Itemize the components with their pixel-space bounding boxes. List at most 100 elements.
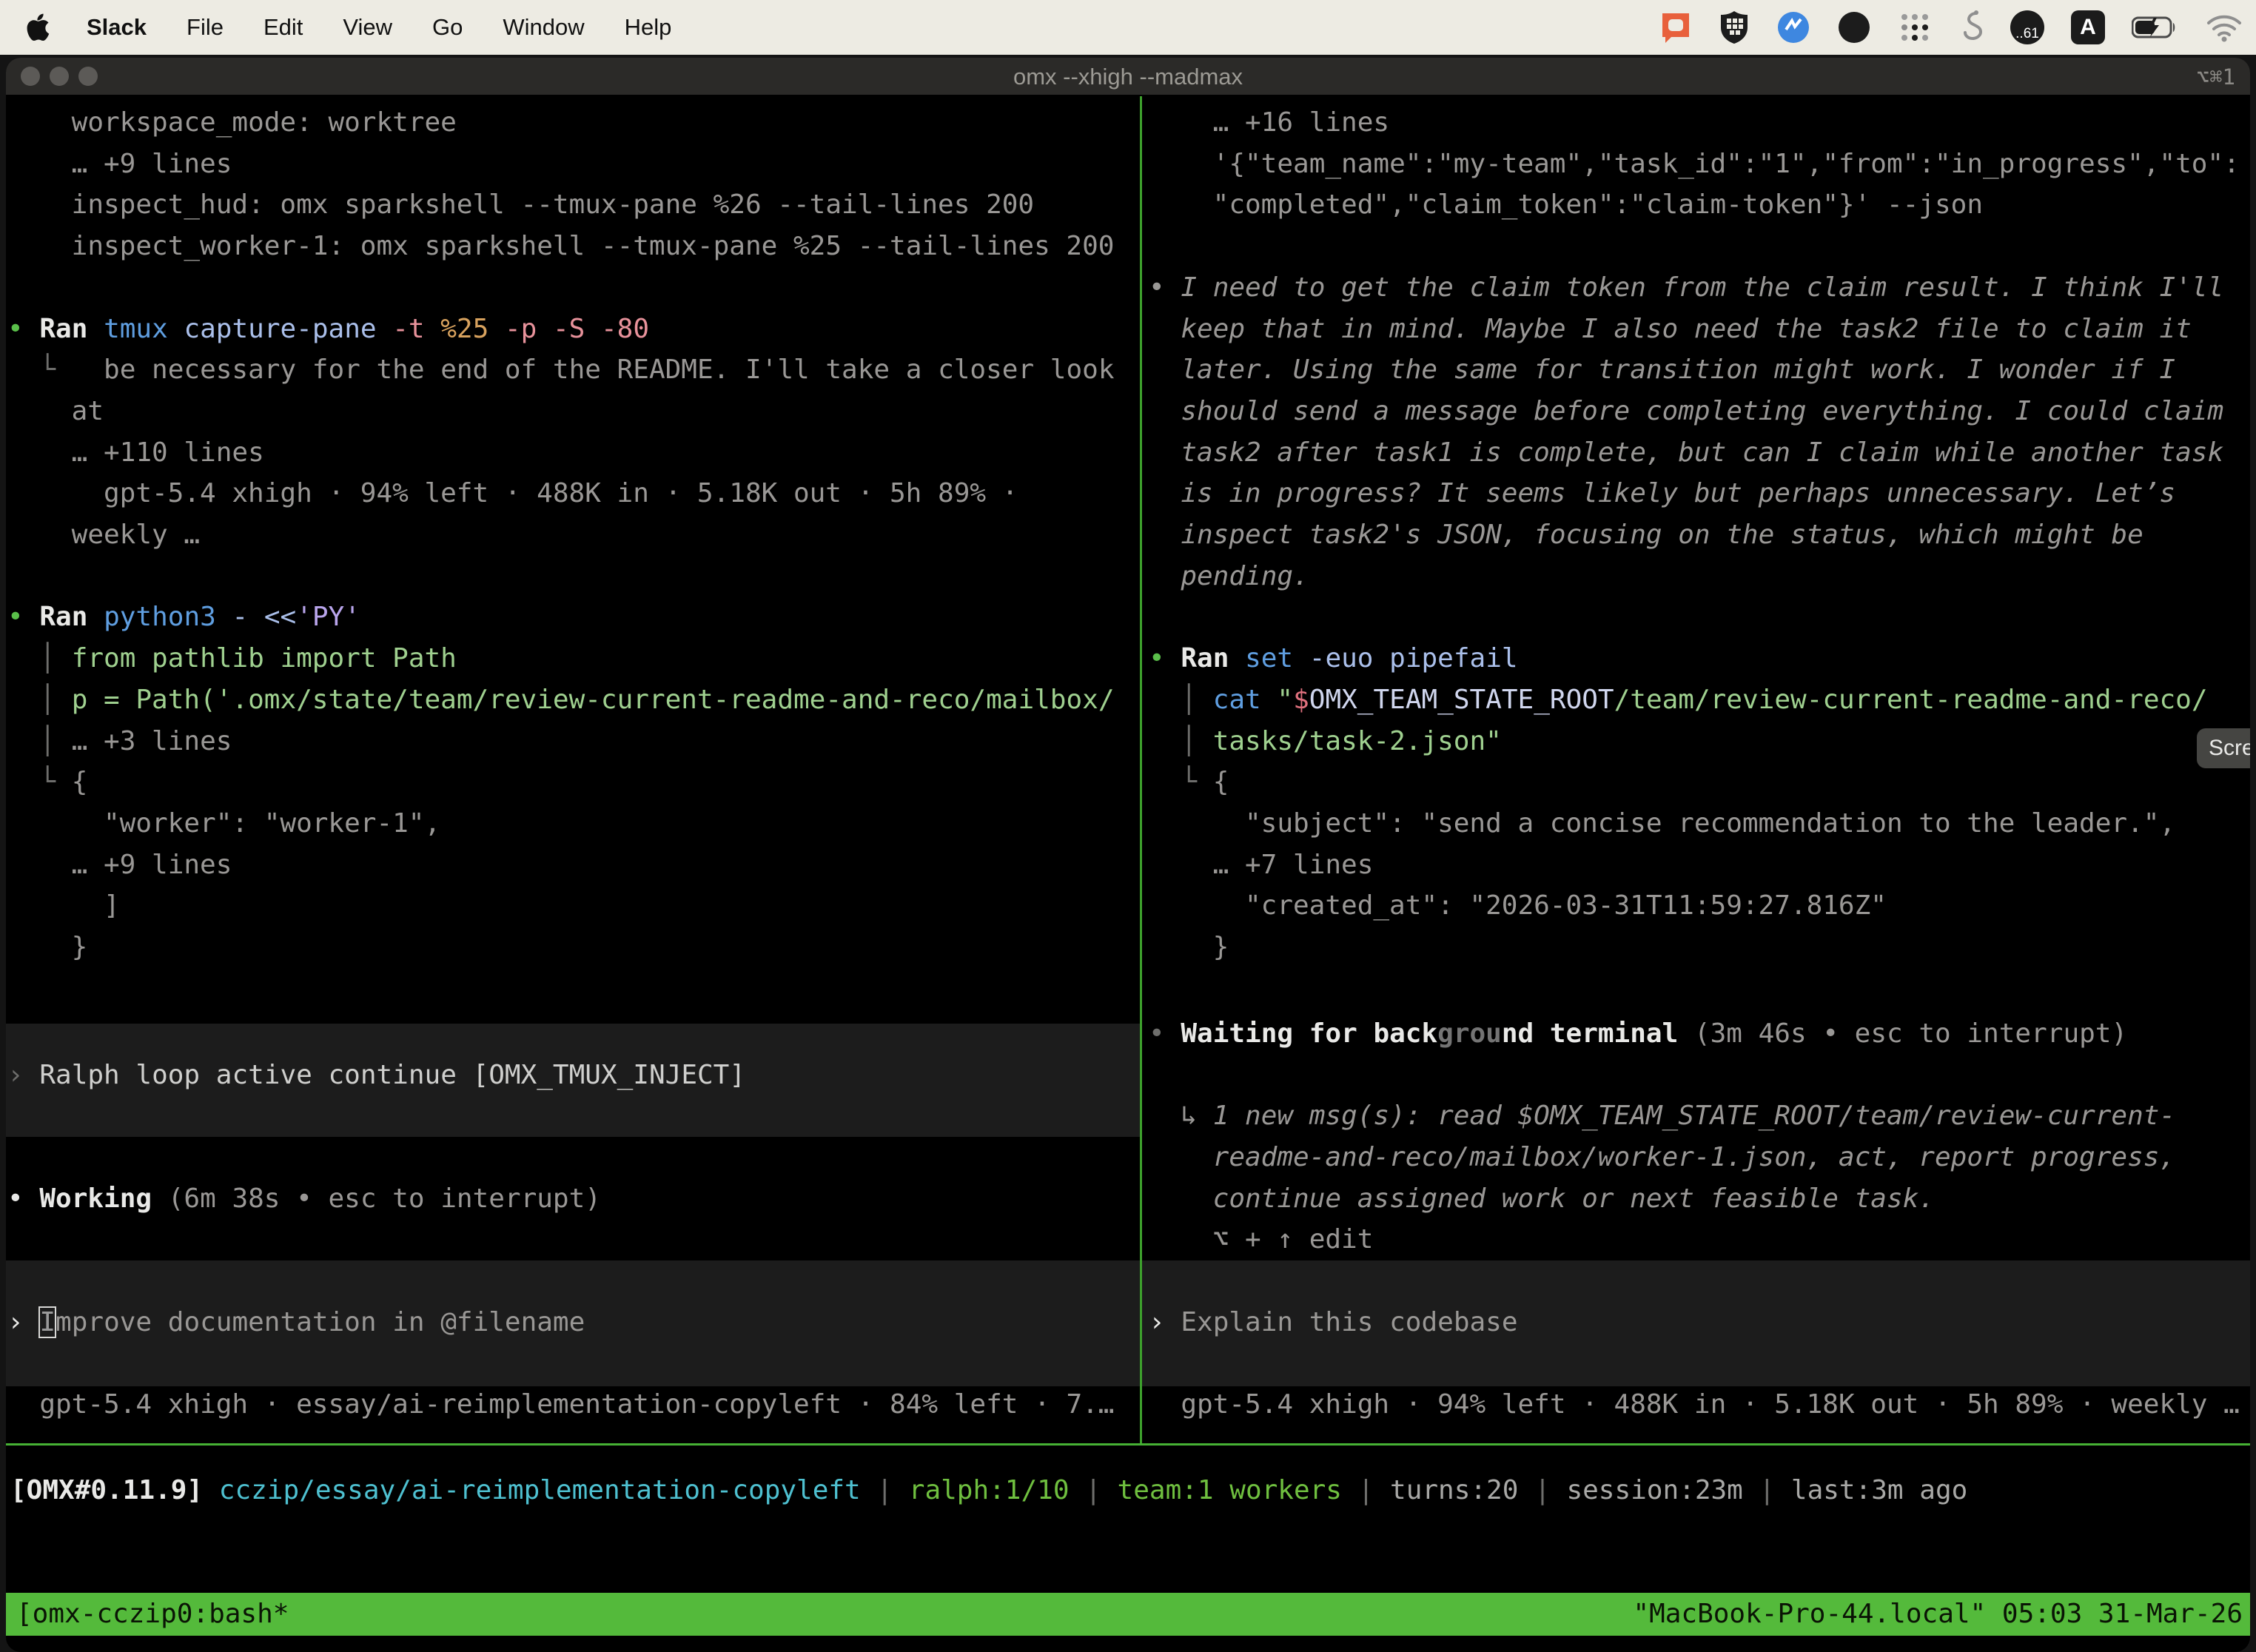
terminal-line: └ { (1181, 762, 1229, 803)
apple-menu-icon[interactable] (27, 10, 56, 44)
terminal-text-segment: Waiting for back (1181, 1018, 1437, 1049)
terminal-line: inspect_worker-1: omx sparkshell --tmux-… (72, 226, 1115, 267)
terminal-line: ] (104, 885, 120, 927)
wifi-icon[interactable] (2206, 13, 2243, 42)
keyboard-a-icon[interactable]: A (2071, 10, 2105, 44)
terminal-text-segment: -p -S -80 (489, 314, 649, 344)
menu-item-slack[interactable]: Slack (67, 14, 167, 40)
terminal-text-segment: • (7, 602, 39, 632)
terminal-line: ↳ 1 new msg(s): read $OMX_TEAM_STATE_ROO… (1181, 1095, 2175, 1137)
tmux-pane-right[interactable]: … +16 lines'{"team_name":"my-team","task… (1142, 96, 2250, 1443)
menu-item-window[interactable]: Window (483, 14, 604, 40)
dots-grid-icon[interactable] (1898, 10, 1932, 44)
terminal-text-segment: workspace_mode: worktree (72, 107, 457, 138)
menu-item-go[interactable]: Go (412, 14, 483, 40)
terminal-line: │ tasks/task-2.json" (1181, 721, 1502, 762)
terminal-line: • Ran tmux capture-pane -t %25 -p -S -80 (7, 309, 649, 350)
tmux-status-bar: [omx-cczip0:bash* "MacBook-Pro-44.local"… (6, 1593, 2250, 1636)
terminal-text-segment (203, 1475, 219, 1505)
terminal-line: … +7 lines (1213, 845, 1374, 886)
terminal-text-segment: $ (1293, 685, 1309, 715)
terminal-line: workspace_mode: worktree (72, 102, 457, 144)
pane-divider-vertical[interactable] (1140, 96, 1142, 1443)
terminal-text-segment: be necessary for the end of the README. … (56, 355, 1114, 385)
terminal-text-segment (1261, 685, 1278, 715)
terminal-text-segment: │ (1181, 726, 1212, 756)
terminal-text-segment: grou (1437, 1018, 1502, 1049)
grid-shield-icon[interactable] (1719, 10, 1750, 45)
terminal-text-segment: inspect_hud: omx sparkshell --tmux-pane … (72, 189, 1034, 220)
terminal-text-segment: " (1277, 685, 1293, 715)
terminal-line: inspect_hud: omx sparkshell --tmux-pane … (72, 184, 1034, 226)
terminal-text-segment: │ (39, 726, 71, 756)
terminal-line: gpt-5.4 xhigh · essay/ai-reimplementatio… (39, 1384, 1114, 1426)
terminal-text-segment: { (1213, 767, 1229, 797)
terminal-text-segment: OMX_TEAM_STATE_ROOT (1309, 685, 1614, 715)
terminal-text-segment: I need to get the claim token from the c… (1181, 272, 2223, 303)
terminal-text-segment: │ (39, 643, 71, 674)
menu-item-view[interactable]: View (323, 14, 412, 40)
screen-notification-overlay[interactable]: Scre (2197, 728, 2250, 768)
terminal-line: › Improve documentation in @filename (7, 1302, 585, 1343)
terminal-line: task2 after task1 is complete, but can I… (1181, 432, 2223, 474)
terminal-text-segment: weekly … (72, 520, 200, 550)
terminal-text-segment: › (7, 1060, 39, 1090)
terminal-text-segment: gpt-5.4 xhigh · 94% left · 488K in · 5.1… (104, 478, 1018, 508)
terminal-line: › Ralph loop active continue [OMX_TMUX_I… (7, 1055, 745, 1096)
tmux-host-clock: "MacBook-Pro-44.local" 05:03 31-Mar-26 (1633, 1593, 2243, 1636)
terminal-line: at (72, 391, 104, 432)
terminal-line: └ { (39, 762, 87, 803)
terminal-text-segment: mprove documentation in @filename (56, 1307, 585, 1337)
menu-item-file[interactable]: File (167, 14, 244, 40)
terminal-text-segment: inspect task2's JSON, focusing on the st… (1181, 520, 2143, 550)
pane-divider-horizontal[interactable] (6, 1443, 2250, 1446)
terminal-text-segment: Ran (1181, 643, 1229, 674)
terminal-text-segment: … +3 lines (72, 726, 232, 756)
terminal-text-segment: continue assigned work or next feasible … (1213, 1183, 1935, 1214)
terminal-text-segment: gpt-5.4 xhigh · 94% left · 488K in · 5.1… (1181, 1389, 2239, 1420)
terminal-line: │ cat "$OMX_TEAM_STATE_ROOT/team/review-… (1181, 679, 2207, 721)
terminal-text-segment: task2 after task1 is complete, but can I… (1181, 437, 2223, 468)
link-squiggle-icon[interactable] (1958, 9, 1984, 46)
terminal-text-segment: cat (1213, 685, 1261, 715)
terminal-line: │ from pathlib import Path (39, 638, 457, 679)
terminal-line: } (1213, 927, 1229, 968)
terminal-line: • Ran python3 - <<'PY' (7, 597, 360, 638)
terminal-line: └ be necessary for the end of the README… (39, 349, 1114, 391)
terminal-text-segment: • (7, 1183, 39, 1214)
terminal-text-segment: } (72, 932, 88, 962)
tmux-pane-left[interactable]: workspace_mode: worktree … +9 lines inspec… (6, 96, 1140, 1443)
terminal-text-segment (87, 602, 104, 632)
terminal-line: • Waiting for background terminal (3m 46… (1149, 1013, 2127, 1055)
window-shortcut-hint: ⌥⌘1 (2197, 58, 2235, 95)
terminal-text-segment: Explain this codebase (1181, 1307, 1517, 1337)
terminal-text-segment: … +9 lines (72, 850, 232, 880)
gauge-61-icon[interactable]: ..61 (2010, 10, 2044, 44)
terminal-line: … +16 lines (1213, 102, 1389, 144)
menu-item-edit[interactable]: Edit (244, 14, 323, 40)
terminal-text-segment: › (7, 1307, 39, 1337)
terminal-text-segment: set (1245, 643, 1293, 674)
terminal-text-segment: (6m 38s • esc to interrupt) (152, 1183, 601, 1214)
terminal-text-segment: -t (377, 314, 425, 344)
terminal-text-segment: └ (39, 355, 56, 385)
terminal-text-segment: … +9 lines (72, 149, 232, 179)
terminal-text-segment: … +7 lines (1213, 850, 1374, 880)
terminal-text-segment: p = Path('.omx/state/team/review-current… (72, 685, 1115, 715)
terminal-text-segment: ⌥ + ↑ edit (1213, 1224, 1374, 1255)
terminal-text-segment: [OMX#0.11.9] (10, 1475, 203, 1505)
terminal-text-segment: tasks/task-2.json" (1213, 726, 1502, 756)
menu-item-help[interactable]: Help (605, 14, 692, 40)
terminal-text-segment: capture-pane (168, 314, 377, 344)
terminal-text-segment: (3m 46s • esc to interrupt) (1678, 1018, 2127, 1049)
crescent-circle-icon[interactable] (1837, 10, 1871, 44)
terminal-text-segment: │ (1181, 685, 1212, 715)
window-title: omx --xhigh --madmax (6, 58, 2250, 95)
chat-bubble-icon[interactable] (1659, 10, 1692, 44)
pulse-circle-icon[interactable] (1776, 10, 1810, 44)
terminal-line: • Working (6m 38s • esc to interrupt) (7, 1178, 601, 1220)
terminal-text-segment: | (1518, 1475, 1566, 1505)
battery-icon[interactable] (2132, 16, 2179, 39)
terminal-line: • Ran set -euo pipefail (1149, 638, 1518, 679)
terminal-text-segment: "created_at": "2026-03-31T11:59:27.816Z" (1245, 890, 1887, 921)
